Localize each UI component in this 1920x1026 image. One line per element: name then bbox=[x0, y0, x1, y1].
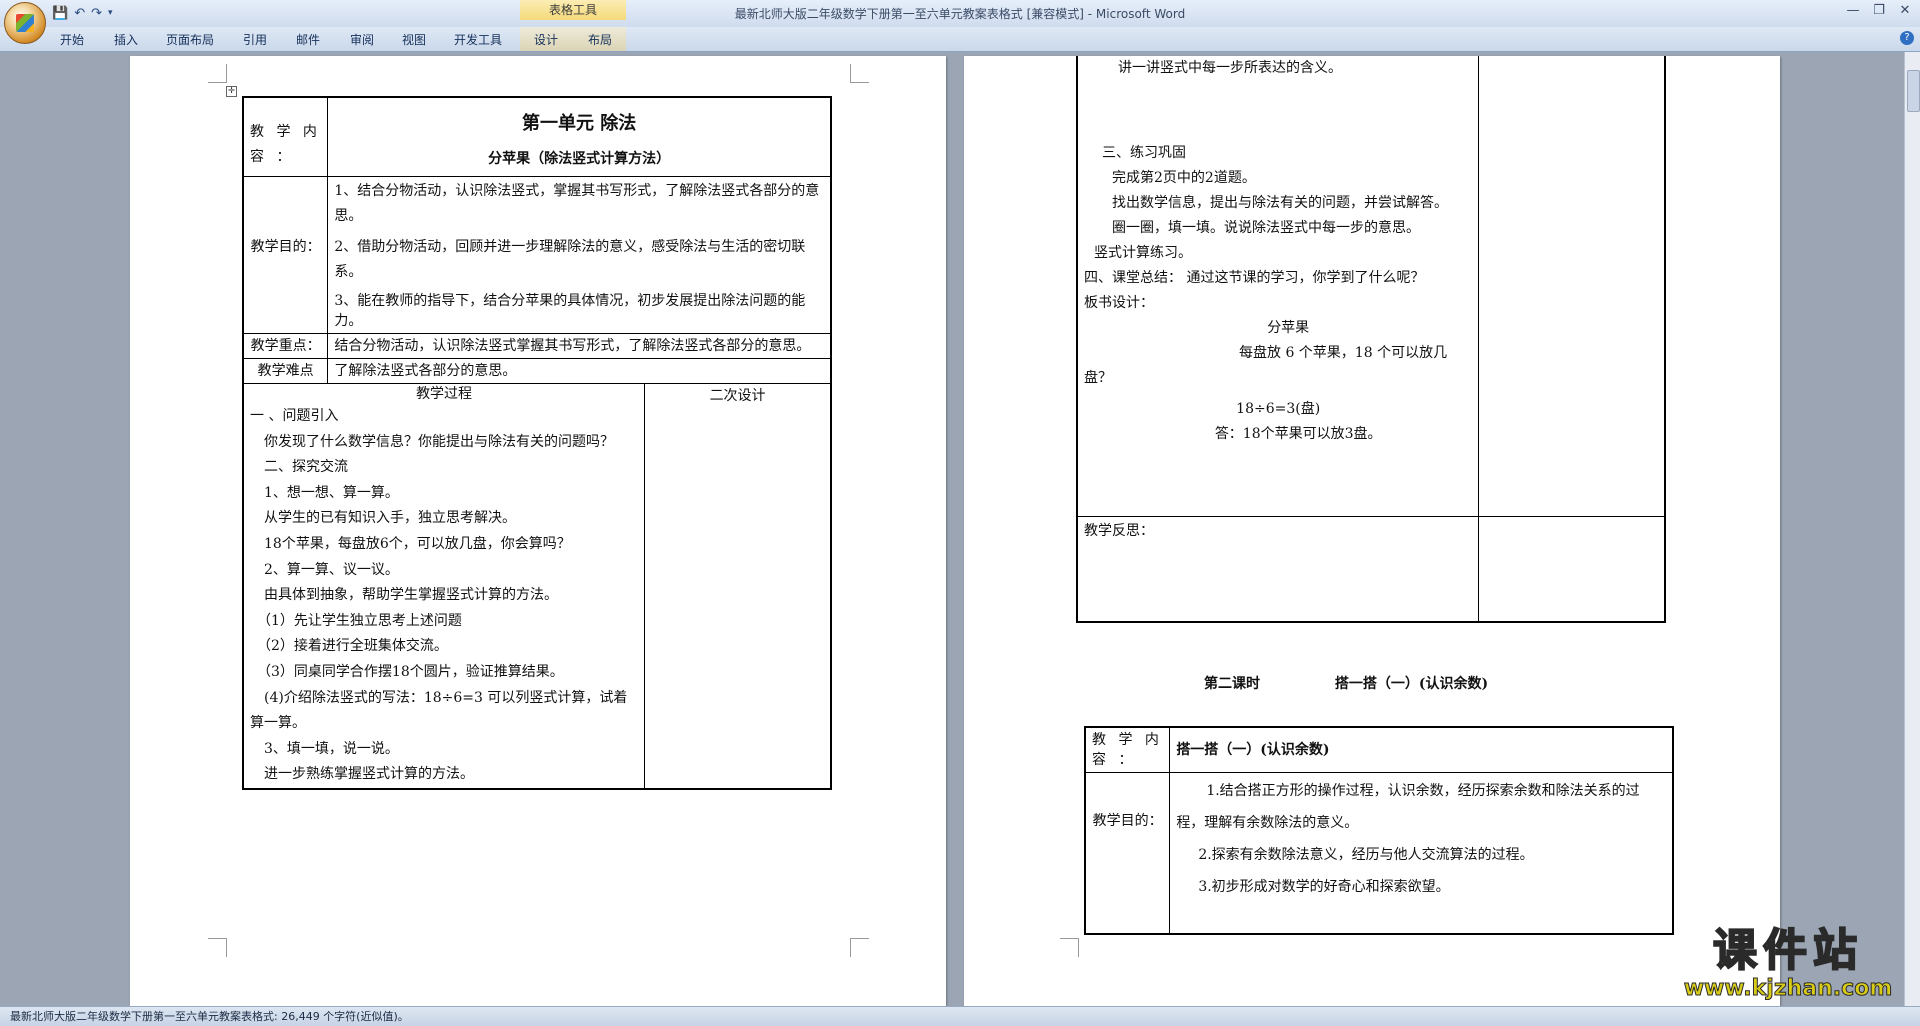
qat-dropdown-icon[interactable]: ▾ bbox=[108, 8, 113, 18]
tab-home[interactable]: 开始 bbox=[60, 31, 84, 48]
label-difficult-point: 教学难点 bbox=[242, 358, 329, 384]
document-workspace: ✛ 教 学 内 容 ： 第一单元 除法 分苹果（除法竖式计算方法） 教学目的： … bbox=[0, 52, 1905, 1006]
difficult-point-text: 了解除法竖式各部分的意思。 bbox=[327, 358, 832, 384]
help-icon[interactable]: ? bbox=[1900, 31, 1914, 45]
ribbon-tabs: 开始 插入 页面布局 引用 邮件 审阅 视图 开发工具 设计 布局 bbox=[0, 27, 1920, 52]
process-header: 教学过程 bbox=[416, 386, 473, 402]
lesson2-topic: 搭一搭（一）(认识余数) bbox=[1334, 676, 1489, 692]
save-icon[interactable]: 💾 bbox=[52, 6, 68, 21]
process-line: （2）接着进行全班集体交流。 bbox=[250, 638, 448, 655]
process-line: (4)介绍除法竖式的写法：18÷6=3 可以列竖式计算，试着算一算。 bbox=[250, 689, 628, 732]
tab-references[interactable]: 引用 bbox=[243, 31, 267, 48]
unit-title: 第一单元 除法 bbox=[522, 113, 637, 134]
status-bar: 最新北师大版二年级数学下册第一至六单元教案表格式: 26,449 个字符(近似值… bbox=[0, 1006, 1920, 1026]
title-bar: 表格工具 最新北师大版二年级数学下册第一至六单元教案表格式 [兼容模式] - M… bbox=[0, 0, 1920, 28]
t2-goal-line: 1.结合搭正方形的操作过程，认识余数，经历探索余数和除法关系的过程，理解有余数除… bbox=[1176, 783, 1640, 831]
process-line: 3、填一填，说一说。 bbox=[250, 740, 399, 757]
tab-design[interactable]: 设计 bbox=[534, 31, 558, 48]
board-title: 分苹果 bbox=[1267, 320, 1310, 336]
board-answer: 答：18个苹果可以放3盘。 bbox=[1214, 426, 1382, 442]
tab-view[interactable]: 视图 bbox=[402, 31, 426, 48]
vertical-scrollbar[interactable] bbox=[1904, 52, 1920, 1006]
process-line: （1）先让学生独立思考上述问题 bbox=[250, 612, 462, 629]
process-line: 2、算一算、议一议。 bbox=[250, 561, 399, 578]
second-design-header: 二次设计 bbox=[644, 382, 832, 790]
process-line: 四、课堂总结： 通过这节课的学习，你学到了什么呢？ bbox=[1084, 270, 1425, 286]
second-design-cell bbox=[1478, 56, 1666, 517]
process-line: 一 、问题引入 bbox=[250, 408, 339, 424]
status-text: 最新北师大版二年级数学下册第一至六单元教案表格式: 26,449 个字符(近似值… bbox=[10, 1010, 409, 1023]
process-line: 完成第2页中的2道题。 bbox=[1112, 170, 1256, 186]
minimize-button[interactable]: — bbox=[1840, 2, 1866, 20]
tab-review[interactable]: 审阅 bbox=[350, 31, 374, 48]
process-line: 竖式计算练习。 bbox=[1094, 245, 1192, 261]
lesson2-period: 第二课时 bbox=[1204, 676, 1260, 692]
tab-layout[interactable]: 布局 bbox=[588, 31, 612, 48]
process-line: 找出数学信息，提出与除法有关的问题，并尝试解答。 bbox=[1112, 195, 1448, 211]
key-point-text: 结合分物活动，认识除法竖式掌握其书写形式，了解除法竖式各部分的意思。 bbox=[327, 333, 832, 359]
crop-mark bbox=[850, 938, 869, 957]
process-line: 由具体到抽象，帮助学生掌握竖式计算的方法。 bbox=[250, 587, 558, 604]
crop-mark bbox=[208, 938, 227, 957]
process-line bbox=[1084, 81, 1472, 141]
close-button[interactable]: ✕ bbox=[1892, 2, 1918, 20]
board-question: 每盘放 6 个苹果，18 个可以放几盘？ bbox=[1084, 345, 1448, 386]
label-reflection: 教学反思： bbox=[1076, 516, 1480, 623]
goal-line: 1、结合分物活动，认识除法竖式，掌握其书写形式，了解除法竖式各部分的意思。 bbox=[334, 183, 820, 224]
undo-icon[interactable]: ↶ bbox=[74, 6, 85, 21]
process-line: 讲一讲竖式中每一步所表达的含义。 bbox=[1118, 60, 1342, 76]
scrollbar-thumb[interactable] bbox=[1907, 70, 1920, 112]
tab-developer[interactable]: 开发工具 bbox=[454, 31, 502, 48]
label-key-point: 教学重点： bbox=[242, 333, 329, 359]
crop-mark bbox=[208, 64, 227, 83]
lesson-table-1-continued: 讲一讲竖式中每一步所表达的含义。 三、练习巩固 完成第2页中的2道题。 找出数学… bbox=[1076, 56, 1666, 623]
process-line: 圈一圈，填一填。说说除法竖式中每一步的意思。 bbox=[1112, 220, 1420, 236]
lesson-table-1: 教 学 内 容 ： 第一单元 除法 分苹果（除法竖式计算方法） 教学目的： 1、… bbox=[242, 96, 832, 790]
reflection-design-cell bbox=[1478, 516, 1666, 623]
goal-line: 2、借助分物活动，回顾并进一步理解除法的意义，感受除法与生活的密切联系。 bbox=[334, 239, 806, 280]
process-line: 进一步熟练掌握竖式计算的方法。 bbox=[250, 766, 474, 783]
t2-label-goal: 教学目的： bbox=[1084, 772, 1171, 935]
goal-line: 3、能在教师的指导下，结合分苹果的具体情况，初步发展提出除法问题的能力。 bbox=[334, 293, 806, 329]
process-line: （3）同桌同学合作摆18个圆片，验证推算结果。 bbox=[250, 663, 564, 680]
table-move-handle-icon[interactable]: ✛ bbox=[226, 86, 237, 97]
document-page-2: 讲一讲竖式中每一步所表达的含义。 三、练习巩固 完成第2页中的2道题。 找出数学… bbox=[964, 56, 1780, 1006]
maximize-button[interactable]: ❐ bbox=[1866, 2, 1892, 20]
process-line: 你发现了什么数学信息？你能提出与除法有关的问题吗？ bbox=[250, 433, 614, 450]
watermark-url: www.kjzhan.com bbox=[1683, 976, 1893, 1002]
process-line: 18个苹果，每盘放6个，可以放几盘，你会算吗？ bbox=[250, 535, 571, 552]
process-line: 1、想一想、算一算。 bbox=[250, 484, 399, 501]
t2-goal-line: 2.探索有余数除法意义，经历与他人交流算法的过程。 bbox=[1198, 847, 1534, 863]
process-line: 板书设计： bbox=[1084, 295, 1154, 311]
watermark-title: 课件站 bbox=[1712, 925, 1863, 977]
tab-insert[interactable]: 插入 bbox=[114, 31, 138, 48]
watermark-logo: 课件站 www.kjzhan.com bbox=[1668, 925, 1908, 1006]
crop-mark bbox=[1060, 938, 1079, 957]
process-list: 一 、问题引入 你发现了什么数学信息？你能提出与除法有关的问题吗？ 二、探究交流… bbox=[250, 404, 638, 788]
t2-title: 搭一搭（一）(认识余数) bbox=[1169, 726, 1674, 773]
window-title: 最新北师大版二年级数学下册第一至六单元教案表格式 [兼容模式] - Micros… bbox=[734, 7, 1186, 21]
office-button-icon[interactable] bbox=[4, 2, 46, 44]
label-content: 教 学 内 容 ： bbox=[242, 96, 329, 177]
t2-goal-line: 3.初步形成对数学的好奇心和探索欲望。 bbox=[1198, 879, 1450, 895]
process-line: 二、探究交流 bbox=[250, 459, 348, 476]
process-line: 三、练习巩固 bbox=[1102, 145, 1186, 161]
process-line: 从学生的已有知识入手，独立思考解决。 bbox=[250, 510, 516, 527]
lesson-title: 分苹果（除法竖式计算方法） bbox=[488, 151, 671, 167]
redo-icon[interactable]: ↷ bbox=[91, 6, 102, 21]
quick-access-toolbar: 💾 ↶ ↷ ▾ bbox=[52, 4, 113, 22]
tab-mailings[interactable]: 邮件 bbox=[296, 31, 320, 48]
lesson-table-2: 教 学 内 容 ： 搭一搭（一）(认识余数) 教学目的： 1.结合搭正方形的操作… bbox=[1084, 726, 1674, 935]
label-goal: 教学目的： bbox=[242, 176, 329, 334]
t2-label-content: 教 学 内 容 ： bbox=[1084, 726, 1171, 773]
board-equation: 18÷6=3(盘) bbox=[1236, 401, 1321, 417]
lesson2-heading: 第二课时 搭一搭（一）(认识余数) bbox=[1204, 673, 1488, 693]
tab-page-layout[interactable]: 页面布局 bbox=[166, 31, 214, 48]
document-page-1: ✛ 教 学 内 容 ： 第一单元 除法 分苹果（除法竖式计算方法） 教学目的： … bbox=[130, 56, 946, 1006]
crop-mark bbox=[850, 64, 869, 83]
